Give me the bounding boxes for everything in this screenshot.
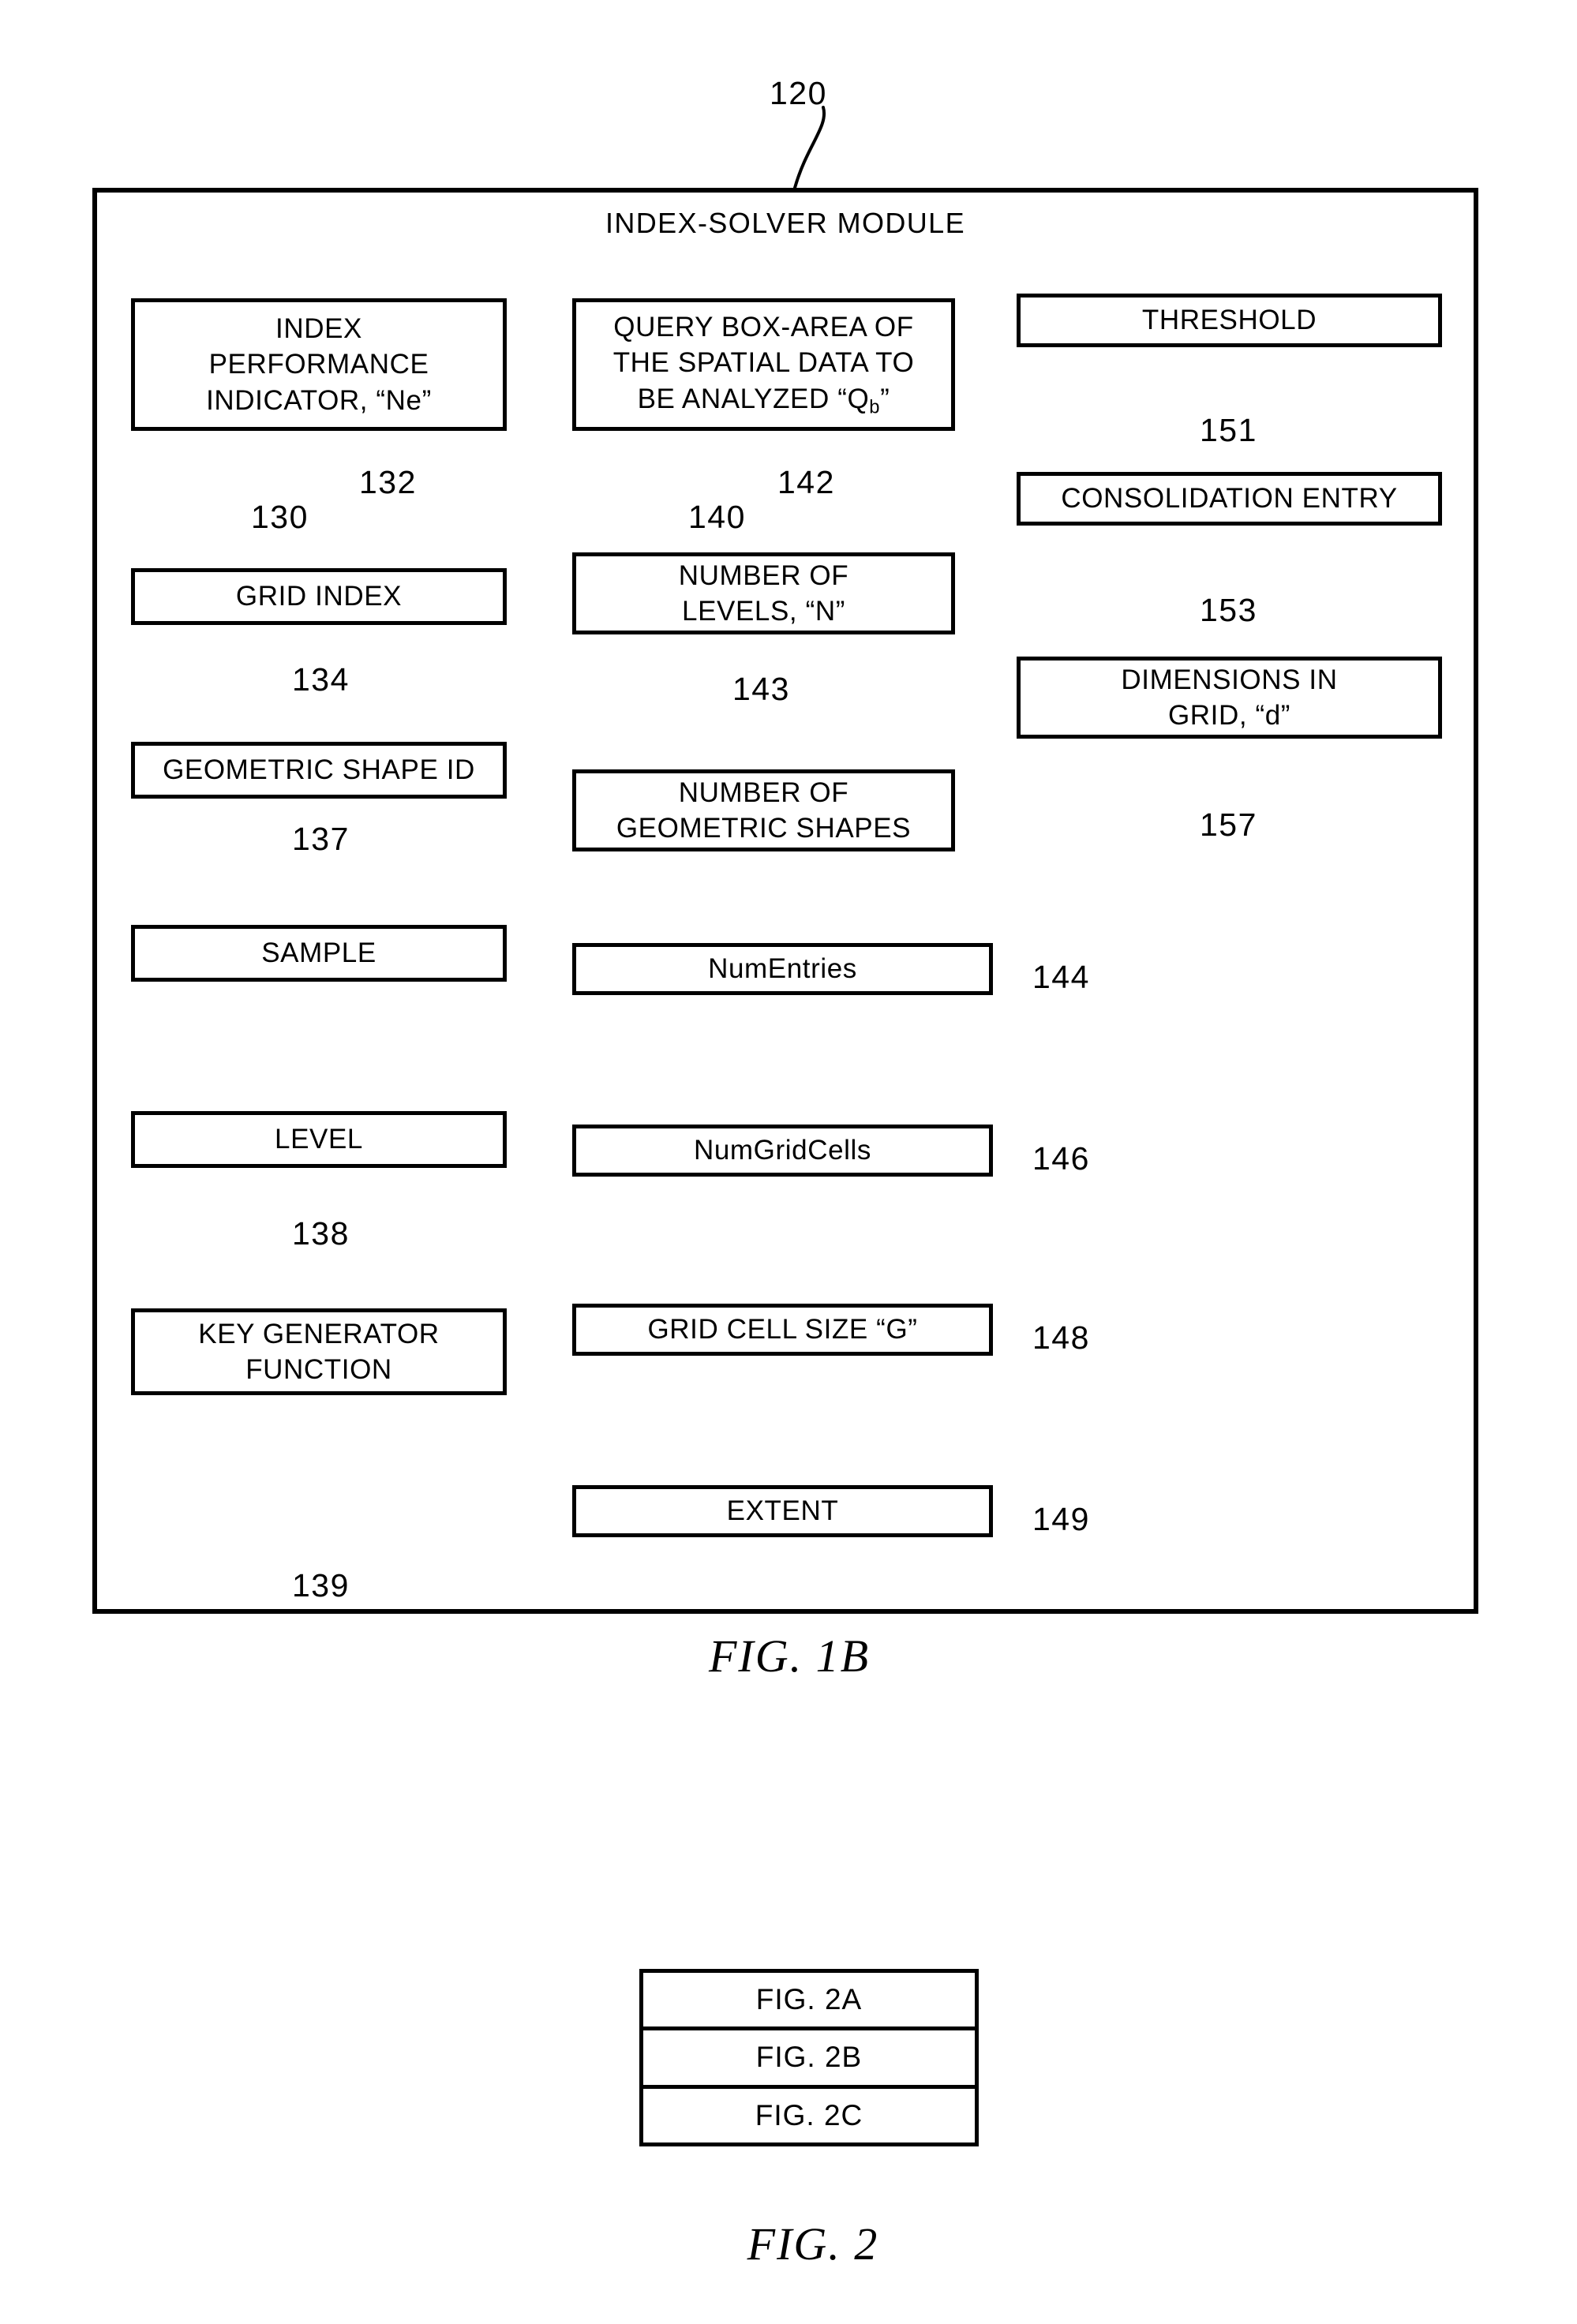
node-levels-line-2: LEVELS, “N”	[682, 596, 845, 627]
node-geometric-shape-id-label: GEOMETRIC SHAPE ID	[163, 754, 475, 786]
module-title: INDEX-SOLVER MODULE	[605, 207, 966, 239]
ref-149: 149	[1032, 1501, 1090, 1537]
table-row-fig-2a[interactable]: FIG. 2A	[643, 1973, 975, 2026]
table-row-fig-2c[interactable]: FIG. 2C	[643, 2084, 975, 2142]
node-num-grid-cells-label: NumGridCells	[693, 1135, 871, 1166]
node-index-performance-indicator[interactable]: INDEX PERFORMANCE INDICATOR, “Ne”	[131, 298, 507, 431]
ref-132: 132	[359, 464, 417, 500]
node-query-line-3-pre: BE ANALYZED “Q	[637, 383, 870, 414]
node-shapes-line-1: NUMBER OF	[678, 777, 849, 808]
node-line-3: INDICATOR, “Ne”	[206, 384, 432, 416]
node-consolidation-entry-label: CONSOLIDATION ENTRY	[1061, 483, 1398, 515]
ref-138: 138	[292, 1215, 350, 1252]
node-key-gen-line-1: KEY GENERATOR	[198, 1318, 440, 1349]
node-sample-label: SAMPLE	[261, 937, 376, 969]
ref-153: 153	[1200, 592, 1257, 628]
node-levels-line-1: NUMBER OF	[678, 559, 849, 591]
node-key-gen-line-2: FUNCTION	[245, 1354, 392, 1385]
node-query-line-3-post: ”	[880, 383, 890, 414]
ref-120: 120	[770, 75, 827, 111]
node-extent-label: EXTENT	[726, 1495, 839, 1527]
ref-137: 137	[292, 821, 350, 857]
table-row-fig-2b[interactable]: FIG. 2B	[643, 2026, 975, 2084]
node-dimensions-in-grid[interactable]: DIMENSIONS IN GRID, “d”	[1017, 657, 1442, 739]
ref-157: 157	[1200, 806, 1257, 843]
node-number-of-geometric-shapes[interactable]: NUMBER OF GEOMETRIC SHAPES	[572, 769, 955, 851]
node-line-1: INDEX	[275, 312, 362, 344]
node-key-generator-function[interactable]: KEY GENERATOR FUNCTION	[131, 1308, 507, 1395]
node-consolidation-entry[interactable]: CONSOLIDATION ENTRY	[1017, 472, 1442, 526]
ref-148: 148	[1032, 1319, 1090, 1356]
node-shapes-line-2: GEOMETRIC SHAPES	[616, 813, 912, 844]
ref-130: 130	[251, 499, 309, 535]
node-query-line-2: THE SPATIAL DATA TO	[612, 347, 915, 379]
node-geometric-shape-id[interactable]: GEOMETRIC SHAPE ID	[131, 742, 507, 799]
node-level-label: LEVEL	[275, 1124, 363, 1155]
ref-139: 139	[292, 1567, 350, 1604]
node-num-grid-cells[interactable]: NumGridCells	[572, 1125, 993, 1177]
ref-140: 140	[688, 499, 746, 535]
node-grid-cell-size[interactable]: GRID CELL SIZE “G”	[572, 1304, 993, 1356]
ref-142: 142	[777, 464, 835, 500]
node-num-entries-label: NumEntries	[708, 953, 857, 985]
node-extent[interactable]: EXTENT	[572, 1485, 993, 1537]
node-dimensions-line-1: DIMENSIONS IN	[1121, 664, 1338, 695]
figure-2-caption: FIG. 2	[747, 2218, 879, 2270]
node-query-line-3-sub: b	[869, 396, 881, 418]
node-num-entries[interactable]: NumEntries	[572, 943, 993, 995]
leader-120	[793, 106, 826, 189]
node-threshold-label: THRESHOLD	[1141, 305, 1317, 336]
node-number-of-levels[interactable]: NUMBER OF LEVELS, “N”	[572, 552, 955, 634]
patent-figure-page: 120 INDEX-SOLVER MODULE INDEX PERFORMANC…	[0, 0, 1577, 2324]
node-sample[interactable]: SAMPLE	[131, 925, 507, 982]
node-query-box[interactable]: QUERY BOX-AREA OF THE SPATIAL DATA TO BE…	[572, 298, 955, 431]
node-level[interactable]: LEVEL	[131, 1111, 507, 1168]
node-query-line-1: QUERY BOX-AREA OF	[613, 311, 914, 342]
figure-2-index-table: FIG. 2A FIG. 2B FIG. 2C	[639, 1969, 979, 2146]
node-grid-index[interactable]: GRID INDEX	[131, 568, 507, 625]
node-threshold[interactable]: THRESHOLD	[1017, 294, 1442, 347]
ref-151: 151	[1200, 412, 1257, 448]
node-grid-index-label: GRID INDEX	[235, 581, 403, 612]
node-query-line-3: BE ANALYZED “Qb”	[637, 383, 890, 418]
ref-146: 146	[1032, 1140, 1090, 1177]
node-grid-cell-size-label: GRID CELL SIZE “G”	[647, 1314, 918, 1345]
figure-1b-caption: FIG. 1B	[708, 1630, 871, 1682]
ref-144: 144	[1032, 959, 1090, 995]
node-line-2: PERFORMANCE	[208, 349, 429, 380]
node-dimensions-line-2: GRID, “d”	[1167, 700, 1291, 731]
ref-134: 134	[292, 661, 350, 698]
ref-143: 143	[732, 671, 790, 707]
